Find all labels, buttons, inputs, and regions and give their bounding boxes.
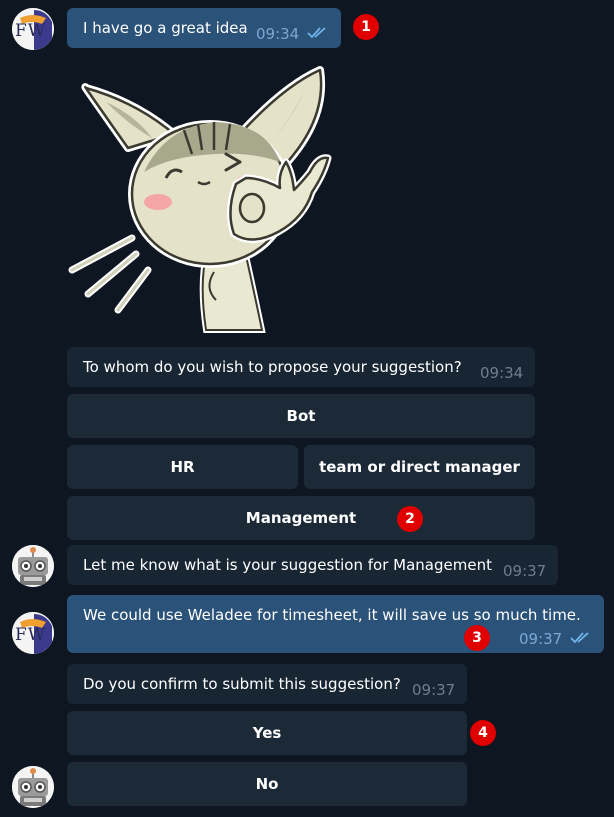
message-time: 09:37 xyxy=(503,562,547,580)
user-avatar-letters: FW xyxy=(15,625,47,645)
message-text: Let me know what is your suggestion for … xyxy=(83,556,492,574)
message-bubble-incoming[interactable]: Do you confirm to submit this suggestion… xyxy=(67,664,467,704)
user-avatar[interactable]: FW xyxy=(12,8,54,50)
keyboard-button-management[interactable]: Management xyxy=(67,496,535,540)
message-bubble-incoming[interactable]: To whom do you wish to propose your sugg… xyxy=(67,347,535,387)
robot-avatar[interactable] xyxy=(12,545,54,587)
annotation-badge-1: 1 xyxy=(353,14,379,40)
message-text: We could use Weladee for timesheet, it w… xyxy=(83,606,581,624)
message-text: To whom do you wish to propose your sugg… xyxy=(83,358,462,376)
cat-ok-sticker[interactable] xyxy=(66,62,358,334)
keyboard-button-yes[interactable]: Yes xyxy=(67,711,467,755)
double-check-icon xyxy=(570,632,589,644)
double-check-icon xyxy=(307,27,326,39)
user-avatar-letters: FW xyxy=(15,21,47,41)
message-bubble-outgoing[interactable]: I have go a great idea 09:34 xyxy=(67,8,341,48)
message-time: 09:37 xyxy=(412,681,456,699)
message-time: 09:37 xyxy=(519,630,563,648)
annotation-badge-2: 2 xyxy=(397,506,423,532)
keyboard-button-bot[interactable]: Bot xyxy=(67,394,535,438)
keyboard-button-no[interactable]: No xyxy=(67,762,467,806)
message-time: 09:34 xyxy=(256,25,300,43)
robot-avatar[interactable] xyxy=(12,766,54,808)
user-avatar[interactable]: FW xyxy=(12,612,54,654)
keyboard-button-hr[interactable]: HR xyxy=(67,445,298,489)
annotation-badge-4: 4 xyxy=(470,720,496,746)
annotation-badge-3: 3 xyxy=(464,625,490,651)
message-text: Do you confirm to submit this suggestion… xyxy=(83,675,401,693)
message-text: I have go a great idea xyxy=(83,19,248,37)
message-time: 09:34 xyxy=(480,364,524,382)
keyboard-button-manager[interactable]: team or direct manager xyxy=(304,445,535,489)
message-bubble-incoming[interactable]: Let me know what is your suggestion for … xyxy=(67,545,558,585)
message-bubble-outgoing[interactable]: We could use Weladee for timesheet, it w… xyxy=(67,595,604,653)
